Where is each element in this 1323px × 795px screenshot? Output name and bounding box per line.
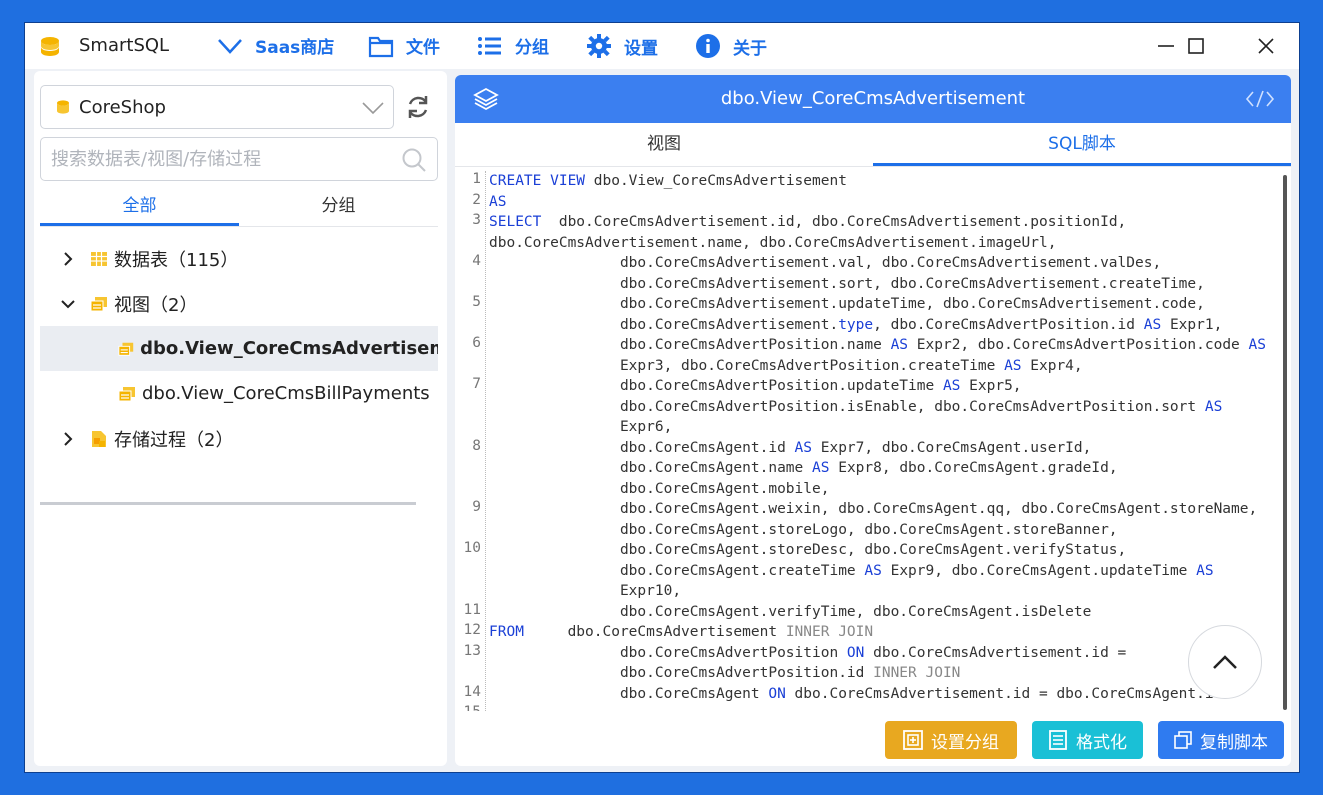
layers-icon (473, 87, 499, 111)
view-icon (118, 342, 134, 356)
tree-label: 存储过程（2） (114, 429, 234, 451)
refresh-icon[interactable] (404, 93, 432, 121)
tree-label: dbo.View_CoreCmsBillPayments (142, 383, 430, 404)
set-group-button[interactable]: 设置分组 (885, 721, 1017, 759)
maximize-icon[interactable] (1183, 33, 1209, 59)
tree-node-tables[interactable]: 数据表（115） (40, 236, 438, 281)
code-line: 14 dbo.CoreCmsAgent ON dbo.CoreCmsAdvert… (463, 683, 1223, 702)
object-tree: 数据表（115） 视图（2） dbo.View_CoreCmsAdvertise… (40, 236, 438, 461)
tree-label: 视图（2） (114, 294, 198, 316)
scroll-to-top-button[interactable] (1188, 625, 1262, 699)
code-line: 9 dbo.CoreCmsAgent.weixin, dbo.CoreCmsAg… (472, 499, 1258, 538)
tree-scrollbar[interactable] (40, 502, 416, 505)
title-bar: SmartSQL Saas商店 文件 分组 设置 关于 (25, 23, 1299, 69)
app-window: SmartSQL Saas商店 文件 分组 设置 关于 CoreShop 搜索数… (24, 22, 1300, 773)
tree-item-view[interactable]: dbo.View_CoreCmsAdvertisemen (40, 326, 438, 371)
sidebar-tabs: 全部 分组 (40, 189, 438, 227)
menu-settings[interactable]: 设置 (586, 33, 658, 59)
list-icon (478, 36, 501, 55)
tree-label: 数据表（115） (114, 249, 239, 271)
close-icon[interactable] (1253, 33, 1279, 59)
chevron-down-icon (362, 102, 384, 115)
tree-item-view[interactable]: dbo.View_CoreCmsBillPayments (40, 371, 438, 416)
gear-icon (587, 34, 611, 58)
code-line: 11 dbo.CoreCmsAgent.verifyTime, dbo.Core… (463, 601, 1092, 620)
button-label: 格式化 (1076, 732, 1127, 753)
sql-editor[interactable]: 1 CREATE VIEW dbo.View_CoreCmsAdvertiseme… (455, 171, 1281, 711)
tab-all[interactable]: 全部 (40, 189, 239, 226)
menu-file[interactable]: 文件 (368, 33, 440, 58)
main-tabs: 视图 SQL脚本 (455, 123, 1291, 167)
group-icon (903, 730, 923, 750)
object-title: dbo.View_CoreCmsAdvertisement (720, 88, 1026, 109)
app-name: SmartSQL (79, 35, 170, 56)
tab-group[interactable]: 分组 (239, 189, 438, 226)
copy-icon (1174, 731, 1192, 749)
menu-label: 文件 (406, 38, 440, 58)
code-line: 2 AS (472, 191, 507, 210)
code-line: 3 SELECT dbo.CoreCmsAdvertisement.id, dbo… (472, 212, 1127, 251)
chevron-up-icon (1213, 655, 1237, 669)
database-icon (57, 100, 69, 114)
menu-label: 分组 (515, 38, 549, 58)
code-line: 13 dbo.CoreCmsAdvertPosition ON dbo.Core… (463, 642, 1127, 682)
tab-sql-script[interactable]: SQL脚本 (873, 123, 1291, 166)
main-panel: dbo.View_CoreCmsAdvertisement 视图 SQL脚本 1… (455, 75, 1291, 766)
code-line: 7 dbo.CoreCmsAdvertPosition.updateTime A… (472, 376, 1223, 435)
format-button[interactable]: 格式化 (1032, 721, 1143, 759)
code-line: 5 dbo.CoreCmsAdvertisement.updateTime, d… (472, 294, 1223, 333)
chevron-right-icon[interactable] (58, 429, 78, 449)
code-line: 4 dbo.CoreCmsAdvertisement.val, dbo.Core… (472, 253, 1205, 292)
table-icon (91, 251, 107, 266)
menu-group[interactable]: 分组 (477, 33, 549, 58)
code-line: 8 dbo.CoreCmsAgent.id AS Expr7, dbo.Core… (472, 437, 1118, 497)
view-icon (90, 296, 107, 311)
tab-view[interactable]: 视图 (455, 123, 873, 166)
search-box (40, 137, 438, 181)
tree-label: dbo.View_CoreCmsAdvertisemen (140, 338, 438, 359)
view-icon (118, 386, 135, 401)
copy-script-button[interactable]: 复制脚本 (1158, 721, 1284, 759)
code-line: 12 FROM dbo.CoreCmsAdvertisement INNER JO… (463, 622, 874, 640)
minimize-icon[interactable] (1153, 33, 1179, 59)
menu-label: Saas商店 (255, 38, 335, 58)
search-icon[interactable] (401, 147, 427, 173)
code-line: 1 CREATE VIEW dbo.View_CoreCmsAdvertiseme… (472, 171, 847, 189)
database-logo-icon (41, 37, 59, 56)
sidebar: CoreShop 全部 分组 数据表（115） 视 (34, 71, 447, 766)
procedure-icon (92, 430, 106, 447)
menu-saas-store[interactable]: Saas商店 (217, 33, 334, 58)
search-input[interactable] (41, 148, 391, 170)
chevron-down-icon (218, 38, 242, 54)
editor-scrollbar[interactable] (1283, 175, 1287, 710)
code-line: 10 dbo.CoreCmsAgent.storeDesc, dbo.CoreC… (463, 540, 1214, 599)
menu-label: 关于 (733, 38, 767, 59)
code-line: 15 (455, 704, 1281, 711)
database-name: CoreShop (79, 96, 166, 118)
tree-node-views[interactable]: 视图（2） (40, 281, 438, 326)
folder-icon (368, 36, 394, 57)
code-icon[interactable] (1245, 89, 1275, 109)
object-header: dbo.View_CoreCmsAdvertisement (455, 75, 1291, 123)
button-label: 设置分组 (931, 732, 999, 753)
info-icon (696, 34, 720, 58)
button-label: 复制脚本 (1200, 732, 1268, 753)
chevron-right-icon[interactable] (58, 249, 78, 269)
menu-label: 设置 (624, 38, 658, 59)
code-line: 6 dbo.CoreCmsAdvertPosition.name AS Expr… (472, 335, 1266, 374)
menu-about[interactable]: 关于 (695, 33, 767, 59)
tree-node-procedures[interactable]: 存储过程（2） (40, 416, 438, 461)
document-icon (1049, 730, 1067, 750)
database-select[interactable]: CoreShop (40, 85, 394, 129)
chevron-down-icon[interactable] (58, 294, 78, 314)
